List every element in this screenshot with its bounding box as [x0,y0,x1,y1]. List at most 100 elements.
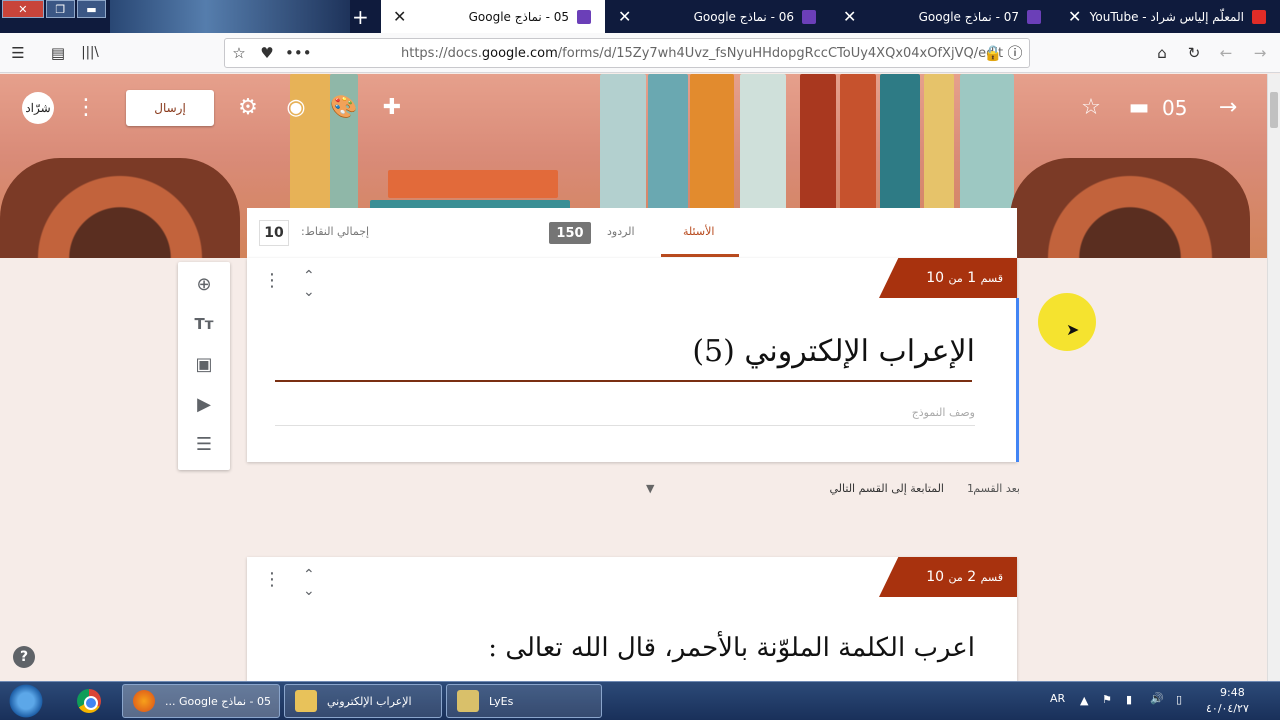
url-bar[interactable]: ☆ ♥ ••• https://docs.google.com/forms/d/… [224,38,1030,68]
forward-icon[interactable]: → [1250,43,1270,63]
tab-questions[interactable]: الأسئلة [661,208,739,257]
dropdown-caret-icon[interactable]: ▼ [646,482,654,495]
collapse-section-icon[interactable]: ⌃ ⌄ [303,268,315,300]
taskbar-task-label: LyEs [489,694,514,708]
windows-start-button[interactable] [6,683,46,719]
tab-title: المعلّم إلياس شراد - YouTube [1089,9,1244,24]
add-ons-puzzle-icon[interactable]: ✚ [378,94,406,122]
section-tag-prefix: قسم [980,570,1003,584]
section-tag-prefix: قسم [980,271,1003,285]
back-icon[interactable]: ← [1216,43,1236,63]
preview-eye-icon[interactable]: ◉ [282,94,310,122]
browser-tab[interactable]: ✕ 06 - نماذج Google [606,0,830,33]
taskbar-task[interactable]: 05 - نماذج Google ... [122,684,280,718]
folder-icon[interactable]: ▬ [1125,94,1153,122]
section-tag-of: من [948,271,963,285]
window-close-button[interactable]: ✕ [2,0,44,18]
section-tag-total: 10 [926,270,945,286]
bookmark-star-icon[interactable]: ☆ [229,43,249,63]
chrome-icon [77,689,101,713]
form-section[interactable]: قسم 1 من 10 ⋮ ⌃ ⌄ الإعراب الإلكتروني (5) … [247,258,1019,462]
pocket-icon[interactable]: ♥ [257,43,277,63]
action-center-flag-icon[interactable]: ⚑ [1102,693,1112,706]
add-title-icon[interactable]: Tт [192,312,216,336]
reload-icon[interactable]: ↻ [1184,43,1204,63]
palette-icon[interactable]: 🎨 [330,94,358,122]
add-video-icon[interactable]: ▶ [192,392,216,416]
section-description-input[interactable]: وصف النموذج [912,406,975,419]
mouse-pointer-icon: ➤ [1066,320,1080,339]
library-icon[interactable]: |||\ [80,43,100,63]
section-number-tag: قسم 2 من 10 [879,557,1017,597]
form-name[interactable]: 05 [1162,96,1187,120]
send-button[interactable]: إرسال [126,90,214,126]
network-icon[interactable]: ▮ [1126,693,1132,706]
section-tag-number: 2 [967,569,977,585]
new-tab-button[interactable]: + [352,5,369,29]
url-text: https://docs.google.com/forms/d/15Zy7wh4… [401,46,1004,61]
browser-tab[interactable]: ✕ 05 - نماذج Google [381,0,605,33]
section-tag-of: من [948,570,963,584]
taskbar-task[interactable]: LyEs [446,684,602,718]
more-options-icon[interactable]: ⋮ [72,94,100,122]
volume-icon[interactable]: 🔊 [1150,692,1164,705]
star-icon[interactable]: ☆ [1077,94,1105,122]
folder-icon [295,690,317,712]
close-tab-icon[interactable]: ✕ [1068,7,1081,26]
scrollbar-thumb[interactable] [1270,92,1278,128]
channel-logo: شرّاد [22,92,54,124]
section-tag-total: 10 [926,569,945,585]
taskbar-task-label: 05 - نماذج Google ... [165,694,272,708]
section-more-icon[interactable]: ⋮ [263,270,281,291]
forms-icon [577,9,591,24]
description-underline [275,425,975,426]
section-more-icon[interactable]: ⋮ [263,569,281,590]
battery-icon[interactable]: ▯ [1176,693,1182,706]
tab-title: 05 - نماذج Google [468,9,569,24]
help-icon[interactable]: ? [13,646,35,668]
after-section-number: 1 [967,482,974,495]
add-image-icon[interactable]: ▣ [192,352,216,376]
page-scrollbar[interactable] [1267,74,1280,681]
menu-icon[interactable]: ☰ [8,43,28,63]
settings-gear-icon[interactable]: ⚙ [234,94,262,122]
arrow-forward-icon[interactable]: → [1214,94,1242,122]
window-minimize-button[interactable]: ▬ [76,0,106,18]
clock-time[interactable]: 9:48 [1220,686,1245,699]
reader-view-icon[interactable]: ▤ [48,43,68,63]
banner-scroll-ornament [1010,158,1250,258]
home-icon[interactable]: ⌂ [1152,43,1172,63]
total-points-value[interactable]: 10 [259,220,289,246]
clock-date[interactable]: ٤٠/٠٤/٢٧ [1206,702,1249,715]
lock-icon[interactable]: 🔒 [983,43,1003,63]
form-tabs-bar: 10 إجمالي النقاط: 150 الردود الأسئلة [247,208,1017,258]
more-actions-icon[interactable]: ••• [285,43,312,63]
add-section-icon[interactable]: ☰ [192,432,216,456]
close-tab-icon[interactable]: ✕ [843,7,856,26]
add-question-icon[interactable]: ⊕ [192,272,216,296]
close-tab-icon[interactable]: ✕ [393,7,406,26]
chrome-taskbar-icon[interactable] [62,684,116,718]
section-title-input[interactable]: الإعراب الإلكتروني (5) [692,334,975,369]
collapse-section-icon[interactable]: ⌃ ⌄ [303,567,315,599]
tab-questions-label: الأسئلة [683,225,715,238]
youtube-icon [1252,9,1266,24]
section-title-input[interactable]: اعرب الكلمة الملوّنة بالأحمر، قال الله ت… [488,633,975,663]
taskbar-task[interactable]: الإعراب الإلكتروني [284,684,442,718]
language-indicator[interactable]: AR [1050,692,1065,705]
browser-tab[interactable]: ✕ المعلّم إلياس شراد - YouTube [1056,0,1280,33]
question-side-toolbar: ⊕ Tт ▣ ▶ ☰ [178,262,230,470]
form-section[interactable]: قسم 2 من 10 ⋮ ⌃ ⌄ اعرب الكلمة الملوّنة با… [247,557,1017,681]
total-points-label: إجمالي النقاط: [301,225,370,238]
forms-icon [802,9,816,24]
firefox-icon [133,690,155,712]
after-section-select[interactable]: المتابعة إلى القسم التالي [830,482,944,495]
folder-icon [457,690,479,712]
browser-tab[interactable]: ✕ 07 - نماذج Google [831,0,1055,33]
window-restore-button[interactable]: ❐ [45,0,75,18]
close-tab-icon[interactable]: ✕ [618,7,631,26]
site-info-icon[interactable]: ⓘ [1005,43,1025,63]
show-hidden-icons-icon[interactable]: ▲ [1080,694,1088,707]
title-underline [275,380,972,382]
tab-responses[interactable]: الردود [607,225,635,238]
